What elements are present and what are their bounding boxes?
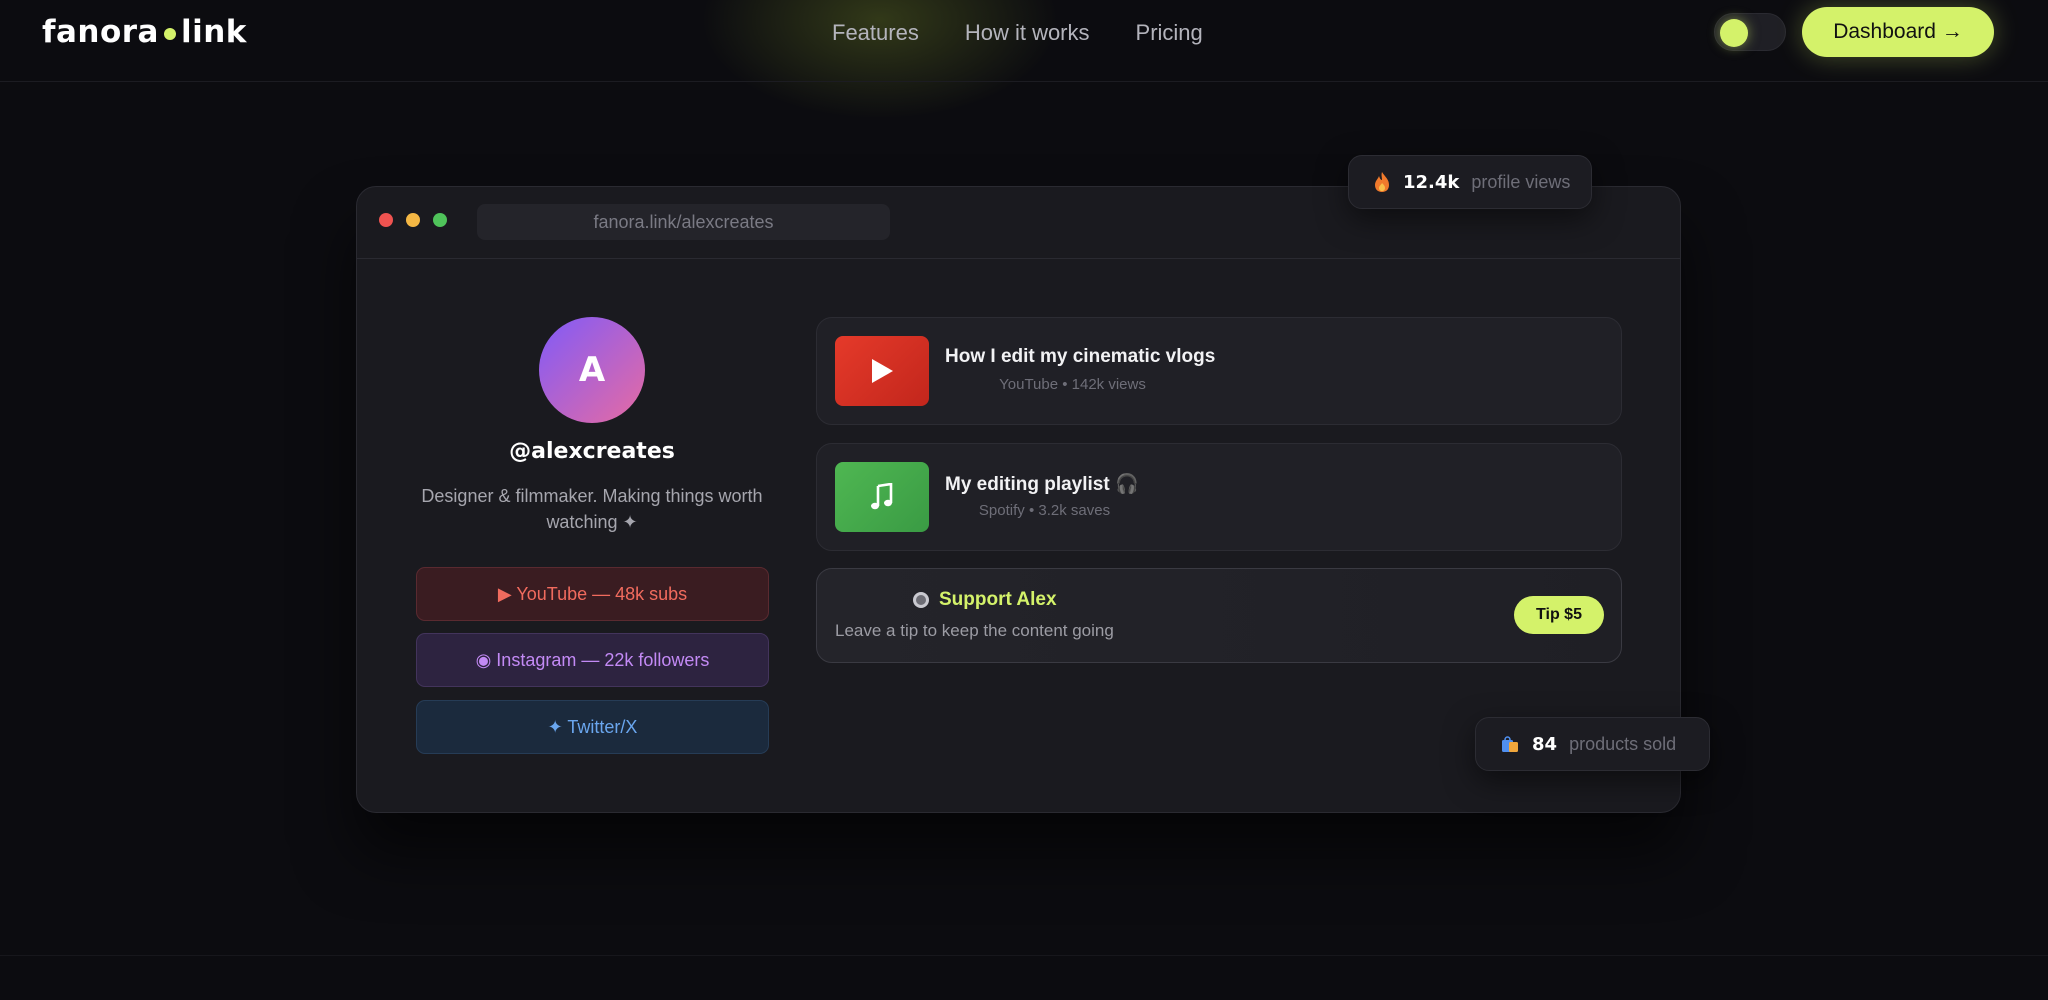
products-sold-badge: 84 products sold [1475,717,1710,771]
social-link-youtube[interactable]: ▶ YouTube — 48k subs [416,567,769,621]
logo-dot [163,28,176,40]
social-link-twitter[interactable]: ✦ Twitter/X [416,700,769,754]
youtube-thumbnail [835,336,929,406]
profile-handle: @alexcreates [509,439,675,464]
top-nav: fanora link Features How it works Pricin… [0,0,2048,82]
theme-toggle-knob [1720,19,1748,47]
products-sold-label: products sold [1569,733,1677,754]
nav-link-how-it-works[interactable]: How it works [965,20,1090,46]
logo-text-right: link [180,14,247,50]
theme-toggle[interactable] [1714,13,1786,51]
link-card-youtube-video[interactable]: How I edit my cinematic vlogs YouTube • … [816,317,1622,425]
link-card-spotify-playlist[interactable]: My editing playlist 🎧 Spotify • 3.2k sav… [816,443,1622,551]
support-card: Support Alex Leave a tip to keep the con… [816,568,1622,663]
nav-link-features[interactable]: Features [832,20,919,46]
profile-views-badge: 12.4k profile views [1348,155,1592,209]
tip-button[interactable]: Tip $5 [1514,596,1604,634]
coffee-cup-icon [913,592,929,608]
shopping-bag-icon [1502,736,1518,752]
window-maximize-dot [433,213,447,227]
music-note-icon [871,483,893,510]
support-subtitle: Leave a tip to keep the content going [835,621,1114,640]
avatar: A [539,317,645,423]
fire-icon [1375,172,1389,192]
link-card-subtitle: YouTube • 142k views [999,376,1146,393]
profile-views-label: profile views [1471,171,1571,192]
support-title-row: Support Alex [911,589,1057,611]
dashboard-button[interactable]: Dashboard → [1802,7,1994,57]
logo-text-left: fanora [42,14,159,50]
link-card-subtitle: Spotify • 3.2k saves [978,502,1111,519]
nav-link-pricing[interactable]: Pricing [1136,20,1203,46]
url-bar: fanora.link/alexcreates [477,204,890,240]
section-divider [0,955,2048,956]
link-card-title: How I edit my cinematic vlogs [945,346,1216,367]
link-card-title: My editing playlist 🎧 [945,474,1139,495]
logo[interactable]: fanora link [42,12,247,52]
nav-links: Features How it works Pricing [832,20,1203,46]
window-close-dot [379,213,393,227]
support-title: Support Alex [939,589,1057,610]
profile-bio: Designer & filmmaker. Making things wort… [421,486,763,532]
window-minimize-dot [406,213,420,227]
play-icon [872,359,893,383]
social-link-instagram[interactable]: ◉ Instagram — 22k followers [416,633,769,687]
spotify-thumbnail [835,462,929,532]
products-sold-count: 84 [1532,733,1558,755]
profile-views-count: 12.4k [1403,171,1460,193]
